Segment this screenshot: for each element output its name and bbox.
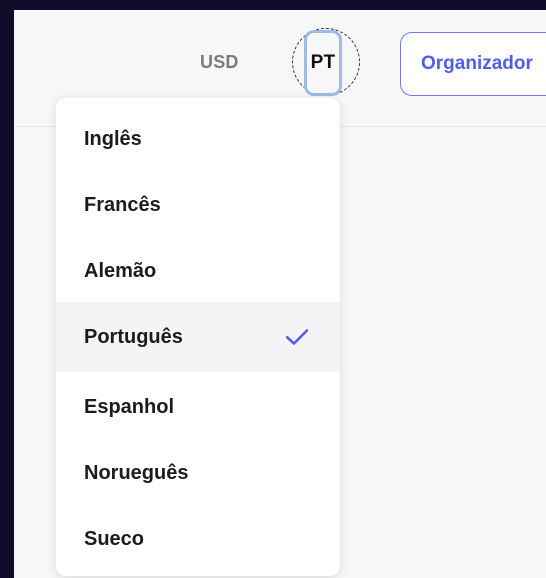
checkmark-icon (286, 329, 308, 345)
currency-selector[interactable]: USD (200, 52, 239, 73)
language-option-label: Inglês (84, 127, 142, 150)
language-option-label: Sueco (84, 527, 145, 550)
language-option-sueco[interactable]: Sueco (56, 504, 340, 574)
organizer-button[interactable]: Organizador (400, 32, 546, 96)
language-option-label: Francês (84, 193, 161, 216)
language-option-alemao[interactable]: Alemão (56, 236, 340, 306)
language-option-portugues[interactable]: Português (56, 302, 340, 372)
language-option-label: Norueguês (84, 461, 189, 484)
language-option-noruegues[interactable]: Norueguês (56, 438, 340, 508)
language-option-label: Alemão (84, 259, 157, 282)
language-selector-label: PT (310, 52, 336, 73)
language-dropdown: Inglês Francês Alemão Português Espanhol… (56, 98, 340, 576)
language-selector-button[interactable]: PT (304, 30, 342, 96)
language-option-label: Português (84, 325, 183, 348)
language-option-label: Espanhol (84, 395, 175, 418)
language-option-espanhol[interactable]: Espanhol (56, 372, 340, 442)
language-option-frances[interactable]: Francês (56, 170, 340, 240)
language-option-ingles[interactable]: Inglês (56, 104, 340, 174)
